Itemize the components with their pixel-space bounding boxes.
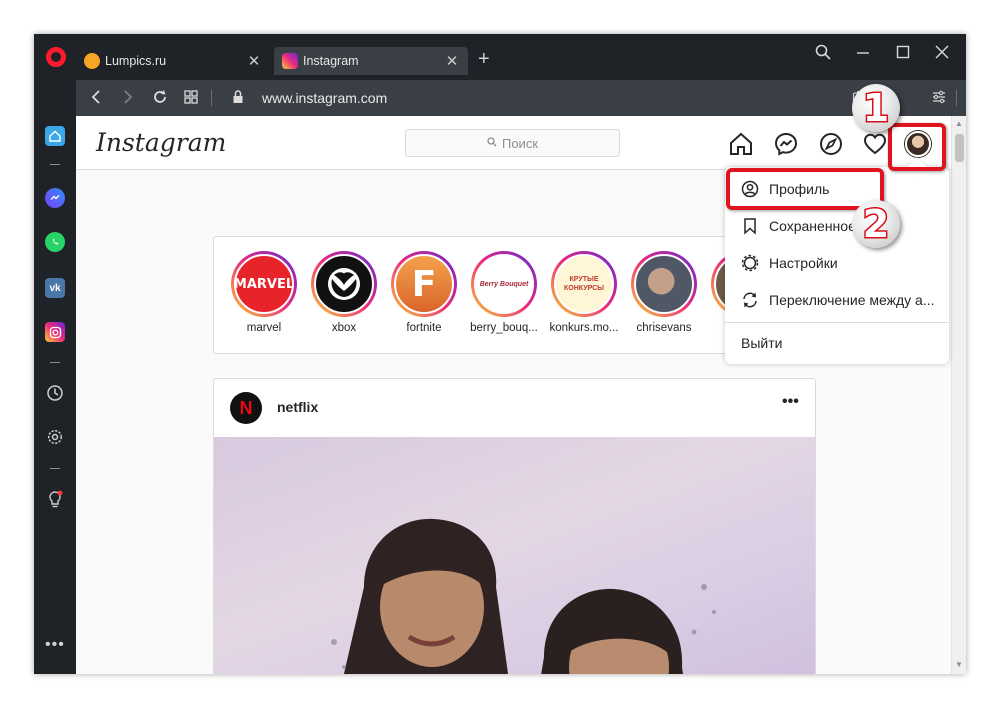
tabs-overview-icon[interactable] (181, 88, 201, 111)
history-icon[interactable] (45, 384, 65, 404)
scrollbar[interactable]: ▲ ▼ (951, 116, 966, 674)
home-icon[interactable] (45, 126, 65, 146)
vk-icon[interactable]: vk (45, 278, 65, 298)
bookmark-icon (741, 217, 759, 235)
menu-item-logout[interactable]: Выйти (725, 324, 949, 361)
search-tabs-icon[interactable] (808, 44, 838, 65)
tab-instagram[interactable]: Instagram ✕ (274, 47, 468, 75)
story-berry-bouquet[interactable]: Berry Bouquet berry_bouq... (468, 251, 540, 334)
story-konkurs[interactable]: КРУТЫЕ КОНКУРСЫ konkurs.mo... (548, 251, 620, 334)
story-name: xbox (331, 322, 357, 334)
address-bar: www.instagram.com (76, 80, 966, 116)
story-marvel[interactable]: MARVEL marvel (228, 251, 300, 334)
switch-account-icon (741, 291, 759, 309)
lumpics-favicon-icon (84, 53, 100, 69)
browser-window: Lumpics.ru ✕ Instagram ✕ + www.instagram… (34, 34, 966, 674)
new-tab-icon[interactable]: + (478, 49, 490, 69)
tab-title: Lumpics.ru (105, 54, 167, 68)
whatsapp-icon[interactable] (45, 232, 65, 252)
step-badge-2: 2 (852, 200, 900, 248)
woman-right-illustration (541, 588, 683, 674)
menu-item-settings[interactable]: Настройки (725, 244, 949, 281)
story-name: fortnite (406, 322, 442, 334)
activity-heart-icon[interactable] (862, 131, 888, 157)
instagram-sidebar-icon[interactable] (45, 322, 65, 342)
minimize-icon[interactable] (848, 44, 878, 65)
chrisevans-avatar (634, 254, 694, 314)
netflix-avatar[interactable]: N (230, 392, 262, 424)
story-name: chrisevans (636, 322, 692, 334)
callout-avatar-highlight (888, 123, 946, 171)
menu-item-label: Переключение между а... (769, 291, 935, 308)
post-header: N netflix ••• (214, 379, 815, 437)
scroll-down-icon[interactable]: ▼ (955, 660, 963, 669)
story-name: marvel (246, 322, 282, 334)
back-icon[interactable] (86, 88, 106, 111)
menu-item-label: Выйти (741, 334, 783, 351)
xbox-logo-icon (314, 254, 374, 314)
feed-post: N netflix ••• (213, 378, 816, 674)
menu-item-label: Сохраненное (769, 217, 856, 234)
instagram-logo[interactable]: Instagram (96, 128, 226, 157)
marvel-logo: MARVEL (234, 254, 294, 314)
scroll-thumb[interactable] (955, 134, 964, 162)
divider (211, 90, 212, 106)
instagram-favicon-icon (282, 53, 298, 69)
berry-bouquet-logo: Berry Bouquet (474, 254, 534, 314)
settings-sidebar-icon[interactable] (45, 428, 65, 448)
direct-messenger-icon[interactable] (773, 131, 799, 157)
search-icon (487, 136, 497, 150)
woman-left-illustration (343, 518, 509, 674)
menu-item-switch-accounts[interactable]: Переключение между а... (725, 281, 949, 318)
maximize-icon[interactable] (888, 44, 918, 65)
tab-close-icon[interactable]: ✕ (246, 52, 262, 70)
divider (50, 362, 60, 363)
more-options-icon[interactable]: ••• (782, 393, 799, 411)
callout-profile-highlight (726, 168, 884, 210)
reload-icon[interactable] (150, 88, 170, 111)
divider (50, 468, 60, 469)
opera-sidebar: vk ••• (34, 116, 76, 674)
messenger-icon[interactable] (45, 188, 65, 208)
fortnite-logo: F (394, 254, 454, 314)
explore-compass-icon[interactable] (818, 131, 844, 157)
story-name: berry_bouq... (470, 322, 538, 334)
url-field[interactable]: www.instagram.com (262, 90, 387, 106)
story-fortnite[interactable]: F fortnite (388, 251, 460, 334)
search-input[interactable]: Поиск (405, 129, 620, 157)
stories-tray: MARVEL marvel xbox F fortnite Berry Bouq… (213, 236, 813, 354)
tab-bar: Lumpics.ru ✕ Instagram ✕ + (34, 34, 966, 80)
step-badge-1: 1 (852, 84, 900, 132)
tab-close-icon[interactable]: ✕ (444, 52, 460, 70)
tab-title: Instagram (303, 54, 359, 68)
scroll-up-icon[interactable]: ▲ (955, 119, 963, 128)
menu-item-saved[interactable]: Сохраненное (725, 207, 949, 244)
divider (956, 90, 957, 106)
lightbulb-icon[interactable] (45, 490, 65, 510)
close-window-icon[interactable] (927, 44, 957, 65)
easy-setup-icon[interactable] (931, 89, 947, 110)
settings-icon (741, 254, 759, 272)
opera-menu-icon[interactable] (46, 47, 66, 67)
more-icon[interactable]: ••• (45, 636, 65, 654)
menu-item-label: Настройки (769, 254, 838, 271)
search-placeholder: Поиск (501, 135, 539, 151)
story-xbox[interactable]: xbox (308, 251, 380, 334)
konkurs-logo: КРУТЫЕ КОНКУРСЫ (554, 254, 614, 314)
post-image[interactable] (214, 437, 815, 674)
story-chrisevans[interactable]: chrisevans (628, 251, 700, 334)
forward-icon[interactable] (118, 88, 138, 111)
divider (50, 164, 60, 165)
home-nav-icon[interactable] (728, 131, 754, 157)
menu-divider (725, 322, 949, 323)
instagram-header: Instagram Поиск (76, 116, 951, 170)
lock-icon[interactable] (228, 88, 248, 111)
tab-lumpics[interactable]: Lumpics.ru ✕ (76, 47, 270, 75)
story-name: konkurs.mo... (549, 322, 619, 334)
post-username[interactable]: netflix (277, 399, 318, 415)
